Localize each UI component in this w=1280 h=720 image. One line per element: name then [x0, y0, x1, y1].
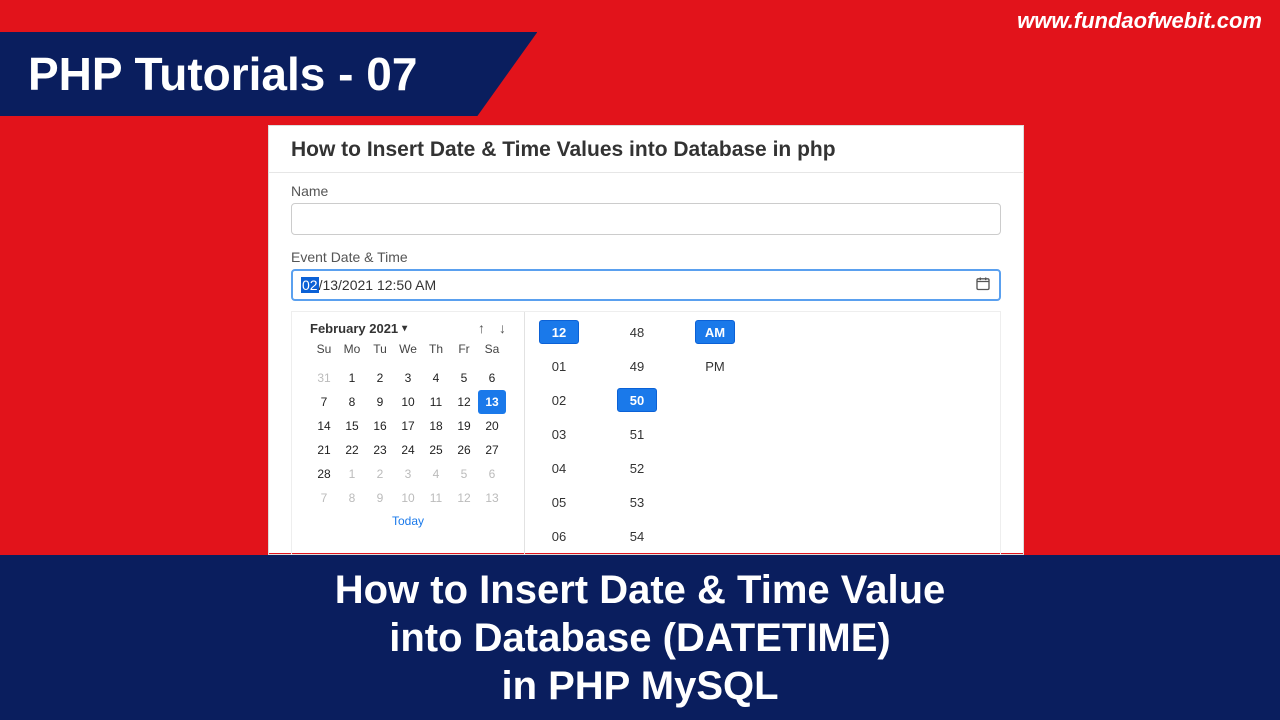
- calendar-day[interactable]: 23: [366, 438, 394, 462]
- weekday-header: Sa: [478, 342, 506, 366]
- ampm-column: AM PM: [695, 320, 735, 548]
- bottom-line-2: into Database (DATETIME): [389, 614, 891, 662]
- calendar-day[interactable]: 2: [366, 366, 394, 390]
- weekday-header: Su: [310, 342, 338, 366]
- card-title: How to Insert Date & Time Values into Da…: [268, 125, 1024, 173]
- calendar-day[interactable]: 11: [422, 486, 450, 510]
- calendar-day[interactable]: 20: [478, 414, 506, 438]
- weekday-header: Tu: [366, 342, 394, 366]
- ampm-option[interactable]: PM: [695, 354, 735, 378]
- minute-option[interactable]: 48: [617, 320, 657, 344]
- calendar-icon[interactable]: [975, 276, 991, 295]
- calendar-day[interactable]: 6: [478, 462, 506, 486]
- calendar-day[interactable]: 13: [478, 486, 506, 510]
- calendar-day[interactable]: 1: [338, 366, 366, 390]
- card-body: Name Event Date & Time 02/13/2021 12:50 …: [268, 173, 1024, 555]
- calendar-day[interactable]: 21: [310, 438, 338, 462]
- bottom-line-1: How to Insert Date & Time Value: [335, 566, 946, 614]
- title-text: PHP Tutorials - 07: [28, 47, 417, 101]
- calendar-day[interactable]: 17: [394, 414, 422, 438]
- calendar-grid: SuMoTuWeThFrSa31123456789101112131415161…: [310, 342, 506, 510]
- calendar-day[interactable]: 15: [338, 414, 366, 438]
- calendar-panel: February 2021 ↑ ↓ SuMoTuWeThFrSa31123456…: [292, 312, 525, 556]
- calendar-day[interactable]: 9: [366, 486, 394, 510]
- prev-month-icon[interactable]: ↑: [478, 320, 485, 336]
- calendar-day[interactable]: 14: [310, 414, 338, 438]
- datetime-picker: February 2021 ↑ ↓ SuMoTuWeThFrSa31123456…: [291, 311, 1001, 557]
- minute-option[interactable]: 53: [617, 490, 657, 514]
- calendar-day[interactable]: 8: [338, 390, 366, 414]
- weekday-header: We: [394, 342, 422, 366]
- dt-rest: /13/2021 12:50 AM: [319, 277, 437, 293]
- bottom-banner: How to Insert Date & Time Value into Dat…: [0, 555, 1280, 720]
- weekday-header: Fr: [450, 342, 478, 366]
- hour-option[interactable]: 02: [539, 388, 579, 412]
- month-selector[interactable]: February 2021: [310, 321, 407, 336]
- calendar-day[interactable]: 12: [450, 390, 478, 414]
- minute-option[interactable]: 52: [617, 456, 657, 480]
- event-label: Event Date & Time: [291, 249, 1001, 265]
- next-month-icon[interactable]: ↓: [499, 320, 506, 336]
- calendar-day[interactable]: 7: [310, 486, 338, 510]
- calendar-day[interactable]: 13: [478, 390, 506, 414]
- weekday-header: Mo: [338, 342, 366, 366]
- calendar-day[interactable]: 24: [394, 438, 422, 462]
- calendar-day[interactable]: 6: [478, 366, 506, 390]
- calendar-day[interactable]: 2: [366, 462, 394, 486]
- minute-option[interactable]: 50: [617, 388, 657, 412]
- form-card: How to Insert Date & Time Values into Da…: [268, 125, 1024, 553]
- minute-option[interactable]: 49: [617, 354, 657, 378]
- calendar-day[interactable]: 12: [450, 486, 478, 510]
- today-link[interactable]: Today: [310, 514, 506, 528]
- title-banner: PHP Tutorials - 07: [0, 32, 537, 116]
- calendar-day[interactable]: 10: [394, 486, 422, 510]
- hour-option[interactable]: 01: [539, 354, 579, 378]
- calendar-day[interactable]: 18: [422, 414, 450, 438]
- calendar-day[interactable]: 4: [422, 366, 450, 390]
- calendar-day[interactable]: 8: [338, 486, 366, 510]
- calendar-day[interactable]: 19: [450, 414, 478, 438]
- calendar-day[interactable]: 5: [450, 366, 478, 390]
- calendar-day[interactable]: 16: [366, 414, 394, 438]
- calendar-day[interactable]: 11: [422, 390, 450, 414]
- datetime-input[interactable]: 02/13/2021 12:50 AM: [291, 269, 1001, 301]
- bottom-line-3: in PHP MySQL: [501, 662, 778, 710]
- calendar-day[interactable]: 10: [394, 390, 422, 414]
- hour-option[interactable]: 06: [539, 524, 579, 548]
- calendar-day[interactable]: 1: [338, 462, 366, 486]
- dt-month-highlight: 02: [301, 277, 319, 293]
- hour-option[interactable]: 05: [539, 490, 579, 514]
- calendar-day[interactable]: 27: [478, 438, 506, 462]
- hour-option[interactable]: 03: [539, 422, 579, 446]
- hours-column: 12 01 02 03 04 05 06: [539, 320, 579, 548]
- calendar-day[interactable]: 28: [310, 462, 338, 486]
- calendar-day[interactable]: 5: [450, 462, 478, 486]
- calendar-day[interactable]: 22: [338, 438, 366, 462]
- hour-option[interactable]: 12: [539, 320, 579, 344]
- minutes-column: 48 49 50 51 52 53 54: [617, 320, 657, 548]
- weekday-header: Th: [422, 342, 450, 366]
- calendar-day[interactable]: 31: [310, 366, 338, 390]
- calendar-day[interactable]: 9: [366, 390, 394, 414]
- calendar-day[interactable]: 26: [450, 438, 478, 462]
- calendar-day[interactable]: 7: [310, 390, 338, 414]
- site-url: www.fundaofwebit.com: [1017, 8, 1262, 34]
- name-label: Name: [291, 183, 1001, 199]
- calendar-day[interactable]: 25: [422, 438, 450, 462]
- ampm-option[interactable]: AM: [695, 320, 735, 344]
- name-input[interactable]: [291, 203, 1001, 235]
- hour-option[interactable]: 04: [539, 456, 579, 480]
- time-panel: 12 01 02 03 04 05 06 48 49 50 51 52 53 54 AM PM: [525, 312, 749, 556]
- minute-option[interactable]: 54: [617, 524, 657, 548]
- minute-option[interactable]: 51: [617, 422, 657, 446]
- calendar-day[interactable]: 3: [394, 366, 422, 390]
- calendar-day[interactable]: 4: [422, 462, 450, 486]
- calendar-day[interactable]: 3: [394, 462, 422, 486]
